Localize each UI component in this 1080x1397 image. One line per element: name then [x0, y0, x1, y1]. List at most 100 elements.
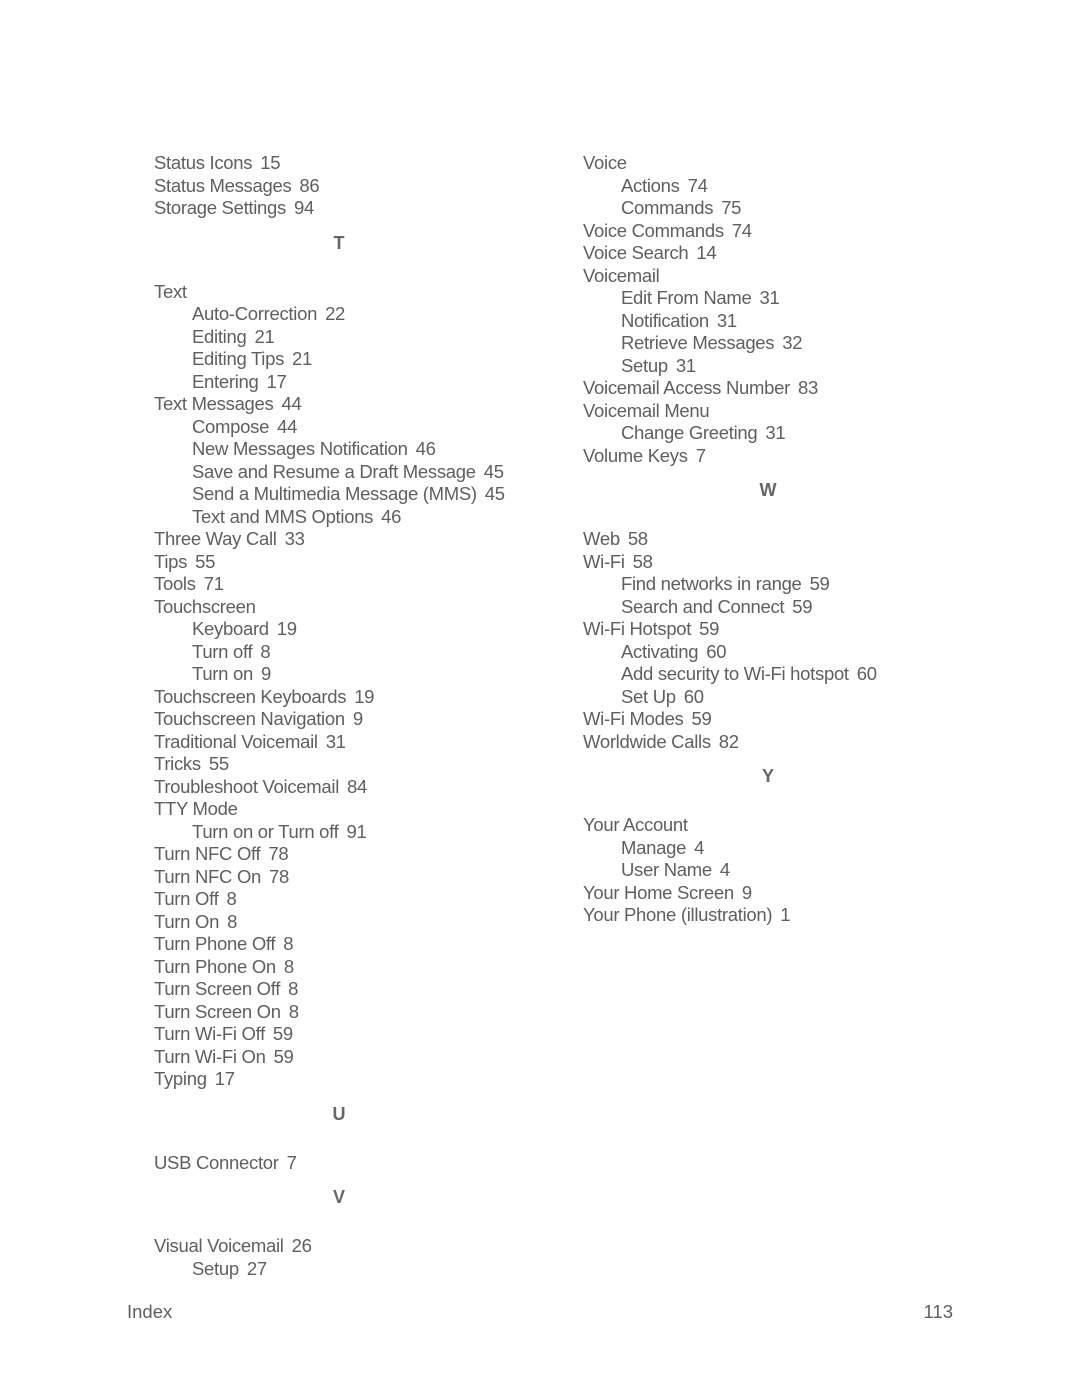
index-page-ref[interactable]: 27	[247, 1258, 267, 1279]
index-page-ref[interactable]: 59	[692, 708, 712, 729]
index-page-ref[interactable]: 9	[261, 663, 271, 684]
index-entry: Tools 71	[154, 573, 534, 596]
index-term: Set Up	[621, 685, 676, 707]
index-page-ref[interactable]: 91	[347, 821, 367, 842]
index-page-ref[interactable]: 59	[792, 596, 812, 617]
index-term: Turn on	[192, 663, 253, 684]
index-term: Worldwide Calls	[583, 730, 711, 752]
index-page-ref[interactable]: 22	[325, 303, 345, 324]
index-page-ref[interactable]: 75	[721, 197, 741, 218]
index-subentry: Setup 31	[583, 355, 963, 378]
index-page-ref[interactable]: 1	[780, 904, 790, 925]
index-page-ref[interactable]: 59	[273, 1023, 293, 1044]
index-term: Voice Commands	[583, 219, 724, 241]
index-subentry: Text and MMS Options 46	[154, 506, 534, 529]
index-term: Tools	[154, 573, 196, 594]
index-page-ref[interactable]: 44	[277, 416, 297, 437]
index-page-ref[interactable]: 84	[347, 776, 367, 797]
index-page-ref[interactable]: 71	[204, 573, 224, 594]
index-term: Change Greeting	[621, 422, 758, 443]
index-page-ref[interactable]: 8	[284, 956, 294, 977]
index-page-ref[interactable]: 4	[694, 837, 704, 858]
index-page-ref[interactable]: 46	[416, 438, 436, 459]
index-page-ref[interactable]: 8	[289, 1001, 299, 1022]
index-page-ref[interactable]: 9	[353, 708, 363, 729]
index-term: Turn Phone Off	[154, 933, 276, 954]
index-page-ref[interactable]: 45	[484, 461, 504, 482]
index-entry: Web 58	[583, 528, 963, 551]
index-term: Manage	[621, 836, 687, 858]
index-page-ref[interactable]: 31	[717, 310, 737, 331]
index-page-ref[interactable]: 31	[326, 731, 346, 752]
index-entry: Turn Wi-Fi On 59	[154, 1046, 534, 1069]
index-page-ref[interactable]: 94	[294, 197, 314, 218]
index-page-ref[interactable]: 83	[798, 377, 818, 398]
index-page-ref[interactable]: 59	[274, 1046, 294, 1067]
index-page-ref[interactable]: 7	[287, 1152, 297, 1173]
index-page-ref[interactable]: 82	[719, 731, 739, 752]
index-subentry: Entering 17	[154, 371, 534, 394]
index-page-ref[interactable]: 8	[260, 641, 270, 662]
index-page-ref[interactable]: 74	[688, 175, 708, 196]
index-page-ref[interactable]: 32	[782, 332, 802, 353]
index-page-ref[interactable]: 8	[283, 933, 293, 954]
index-page-ref[interactable]: 31	[765, 422, 785, 443]
index-page-ref[interactable]: 44	[282, 393, 302, 414]
index-page-ref[interactable]: 17	[267, 371, 287, 392]
index-page-ref[interactable]: 59	[699, 618, 719, 639]
index-page-ref[interactable]: 45	[485, 483, 505, 504]
index-page-ref[interactable]: 4	[720, 859, 730, 880]
index-page-ref[interactable]: 58	[628, 528, 648, 549]
index-page-ref[interactable]: 33	[285, 528, 305, 549]
index-page-ref[interactable]: 8	[226, 888, 236, 909]
index-term: Your Account	[583, 814, 688, 835]
index-page-ref[interactable]: 21	[254, 326, 274, 347]
index-term: Three Way Call	[154, 528, 277, 549]
index-term: Turn Off	[154, 888, 219, 909]
index-subentry: Actions 74	[583, 175, 963, 198]
index-page-ref[interactable]: 86	[299, 175, 319, 196]
index-page-ref[interactable]: 15	[260, 152, 280, 173]
index-page-ref[interactable]: 19	[277, 618, 297, 639]
index-page-ref[interactable]: 78	[268, 843, 288, 864]
index-page-ref[interactable]: 60	[684, 686, 704, 707]
index-entry: Turn Wi-Fi Off 59	[154, 1023, 534, 1046]
section-letter-wrap: W	[583, 467, 963, 528]
index-term: New Messages Notification	[192, 438, 408, 459]
index-page-ref[interactable]: 55	[195, 551, 215, 572]
index-page-ref[interactable]: 60	[706, 641, 726, 662]
index-page-ref[interactable]: 8	[288, 978, 298, 999]
index-page-ref[interactable]: 55	[209, 753, 229, 774]
index-entry: Turn NFC Off 78	[154, 843, 534, 866]
index-page-ref[interactable]: 19	[354, 686, 374, 707]
index-subentry: Compose 44	[154, 416, 534, 439]
index-page-ref[interactable]: 7	[696, 445, 706, 466]
index-page-ref[interactable]: 17	[215, 1068, 235, 1089]
index-term: Turn NFC On	[154, 865, 262, 887]
index-page-ref[interactable]: 74	[732, 220, 752, 241]
index-entry: Traditional Voicemail 31	[154, 731, 534, 754]
index-page-ref[interactable]: 21	[292, 348, 312, 369]
index-page-ref[interactable]: 46	[381, 506, 401, 527]
index-page-ref[interactable]: 14	[696, 242, 716, 263]
index-term: Text Messages	[154, 393, 274, 414]
index-term: Activating	[621, 640, 699, 662]
index-subentry: Change Greeting 31	[583, 422, 963, 445]
index-term: Your Phone (illustration)	[583, 904, 773, 925]
index-page-ref[interactable]: 60	[857, 663, 877, 684]
index-term: Keyboard	[192, 618, 269, 639]
index-page-ref[interactable]: 31	[676, 355, 696, 376]
index-page-ref[interactable]: 8	[227, 911, 237, 932]
index-entry: Volume Keys 7	[583, 445, 963, 468]
index-term: Edit From Name	[621, 287, 752, 308]
index-term: Notification	[621, 309, 709, 331]
section-letter-heading: T	[333, 232, 345, 253]
index-page-ref[interactable]: 59	[810, 573, 830, 594]
index-page-ref[interactable]: 78	[269, 866, 289, 887]
index-page-ref[interactable]: 9	[742, 882, 752, 903]
index-page-ref[interactable]: 31	[759, 287, 779, 308]
index-page-ref[interactable]: 26	[292, 1235, 312, 1256]
index-page-ref[interactable]: 58	[633, 551, 653, 572]
index-entry: Text	[154, 281, 534, 304]
index-term: TTY Mode	[154, 798, 238, 819]
